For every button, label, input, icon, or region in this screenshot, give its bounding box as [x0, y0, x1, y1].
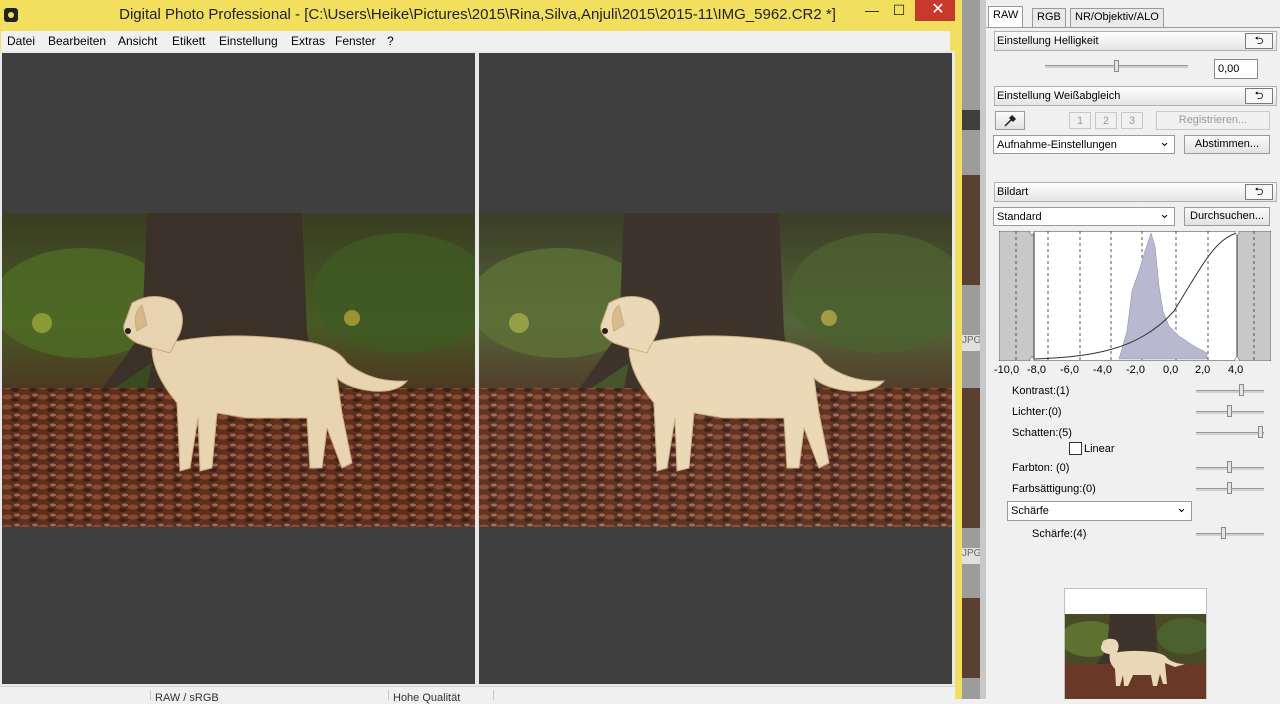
white-balance-reset-button[interactable]: ⮌ — [1245, 88, 1273, 104]
brightness-header: Einstellung Helligkeit ⮌ — [994, 31, 1277, 51]
image-viewer — [0, 51, 955, 686]
shadows-slider-track[interactable] — [1196, 432, 1264, 435]
white-balance-eyedropper-button[interactable] — [995, 111, 1025, 130]
background-window-edge — [955, 0, 962, 699]
file-type-label: JPG — [962, 548, 981, 564]
wb-preset-2-button[interactable]: 2 — [1095, 112, 1117, 129]
histogram-tick: 0,0 — [1163, 364, 1179, 376]
histogram-tick: 2,0 — [1195, 364, 1211, 376]
tab-divider — [986, 27, 1280, 28]
thumbnail-fragment — [962, 388, 980, 528]
wb-adjust-button[interactable]: Abstimmen... — [1184, 135, 1270, 154]
menu-fenster[interactable]: Fenster — [335, 34, 376, 48]
file-type-label: JPG — [962, 335, 981, 351]
histogram-tick: -2,0 — [1126, 364, 1145, 376]
menu-ansicht[interactable]: Ansicht — [118, 34, 157, 48]
thumbnail-fragment — [962, 175, 980, 285]
contrast-slider-thumb[interactable] — [1239, 384, 1245, 396]
navigator-thumbnail[interactable] — [1064, 588, 1207, 699]
highlights-slider-thumb[interactable] — [1227, 405, 1232, 417]
picture-style-header-label: Bildart — [997, 186, 1029, 198]
background-thumbnails-strip[interactable]: JPG JPG — [962, 0, 981, 699]
picture-style-select[interactable]: Standard — [993, 206, 1175, 226]
navigator-preview-image — [1065, 614, 1206, 699]
tone-curve-histogram[interactable] — [999, 231, 1271, 361]
white-balance-header: Einstellung Weißabgleich ⮌ — [994, 86, 1277, 106]
maximize-button[interactable]: ☐ — [886, 0, 912, 21]
menu-datei[interactable]: Datei — [7, 34, 35, 48]
tab-rgb[interactable]: RGB — [1032, 8, 1066, 27]
sharpness-label: Schärfe:(4) — [1032, 528, 1087, 540]
quality-status: Hohe Qualität — [393, 692, 461, 704]
histogram-tick: -8,0 — [1027, 364, 1046, 376]
shadows-slider-thumb[interactable] — [1258, 426, 1263, 438]
linear-checkbox[interactable] — [1069, 442, 1082, 455]
menu-help[interactable]: ? — [387, 34, 394, 48]
sharpness-slider-track[interactable] — [1196, 533, 1264, 536]
tab-nr-lens-alo[interactable]: NR/Objektiv/ALO — [1070, 8, 1164, 27]
sharpness-mode-select[interactable]: Schärfe — [1007, 500, 1192, 521]
contrast-slider-track[interactable] — [1196, 390, 1264, 393]
thumbnail-fragment — [962, 598, 980, 678]
wb-preset-1-button[interactable]: 1 — [1069, 112, 1091, 129]
eyedropper-icon — [1004, 114, 1017, 127]
sharpness-slider-thumb[interactable] — [1220, 527, 1226, 539]
undo-arrow-icon: ⮌ — [1254, 35, 1264, 47]
hue-label: Farbton: (0) — [1012, 462, 1070, 474]
title-bar[interactable]: Digital Photo Professional - [C:\Users\H… — [0, 0, 961, 31]
tab-raw[interactable]: RAW — [988, 6, 1024, 27]
white-balance-select[interactable]: Aufnahme-Einstellungen — [993, 134, 1175, 154]
menu-einstellung[interactable]: Einstellung — [219, 34, 278, 48]
contrast-label: Kontrast:(1) — [1012, 385, 1070, 397]
linear-checkbox-label: Linear — [1084, 443, 1115, 455]
histogram-tick: -6,0 — [1060, 364, 1079, 376]
status-bar: RAW / sRGB Hohe Qualität — [0, 686, 955, 704]
shadows-label: Schatten:(5) — [1012, 427, 1072, 439]
white-balance-header-label: Einstellung Weißabgleich — [997, 90, 1121, 102]
picture-style-reset-button[interactable]: ⮌ — [1245, 184, 1273, 200]
histogram-tick: 4,0 — [1228, 364, 1244, 376]
picture-style-header: Bildart ⮌ — [994, 182, 1277, 202]
original-image-pane[interactable] — [2, 53, 475, 684]
brightness-header-label: Einstellung Helligkeit — [997, 35, 1099, 47]
minimize-button[interactable]: — — [858, 0, 886, 21]
wb-register-button[interactable]: Registrieren... — [1156, 111, 1270, 130]
color-space-status: RAW / sRGB — [155, 692, 219, 704]
wb-preset-3-button[interactable]: 3 — [1121, 112, 1143, 129]
menu-etikett[interactable]: Etikett — [172, 34, 205, 48]
saturation-label: Farbsättigung:(0) — [1012, 483, 1096, 495]
menu-extras[interactable]: Extras — [291, 34, 325, 48]
tool-palette: RAW RGB NR/Objektiv/ALO Einstellung Hell… — [980, 0, 1280, 699]
edited-image-pane[interactable] — [479, 53, 952, 684]
thumbnail-fragment — [962, 110, 980, 130]
menu-bearbeiten[interactable]: Bearbeiten — [48, 34, 106, 48]
saturation-slider-thumb[interactable] — [1227, 482, 1232, 494]
picture-style-browse-button[interactable]: Durchsuchen... — [1184, 207, 1270, 226]
window-title: Digital Photo Professional - [C:\Users\H… — [119, 6, 836, 23]
histogram-tick: -4,0 — [1093, 364, 1112, 376]
dog-photo-edited[interactable] — [479, 213, 952, 527]
brightness-value-field[interactable]: 0,00 — [1214, 59, 1258, 79]
brightness-slider-thumb[interactable] — [1113, 60, 1119, 72]
undo-arrow-icon: ⮌ — [1254, 186, 1264, 198]
undo-arrow-icon: ⮌ — [1254, 90, 1264, 102]
hue-slider-thumb[interactable] — [1227, 461, 1232, 473]
highlights-label: Lichter:(0) — [1012, 406, 1062, 418]
menu-bar: Datei Bearbeiten Ansicht Etikett Einstel… — [0, 31, 955, 51]
histogram-tick: -10,0 — [994, 364, 1020, 376]
brightness-reset-button[interactable]: ⮌ — [1245, 33, 1273, 49]
dog-photo-original[interactable] — [2, 213, 475, 527]
